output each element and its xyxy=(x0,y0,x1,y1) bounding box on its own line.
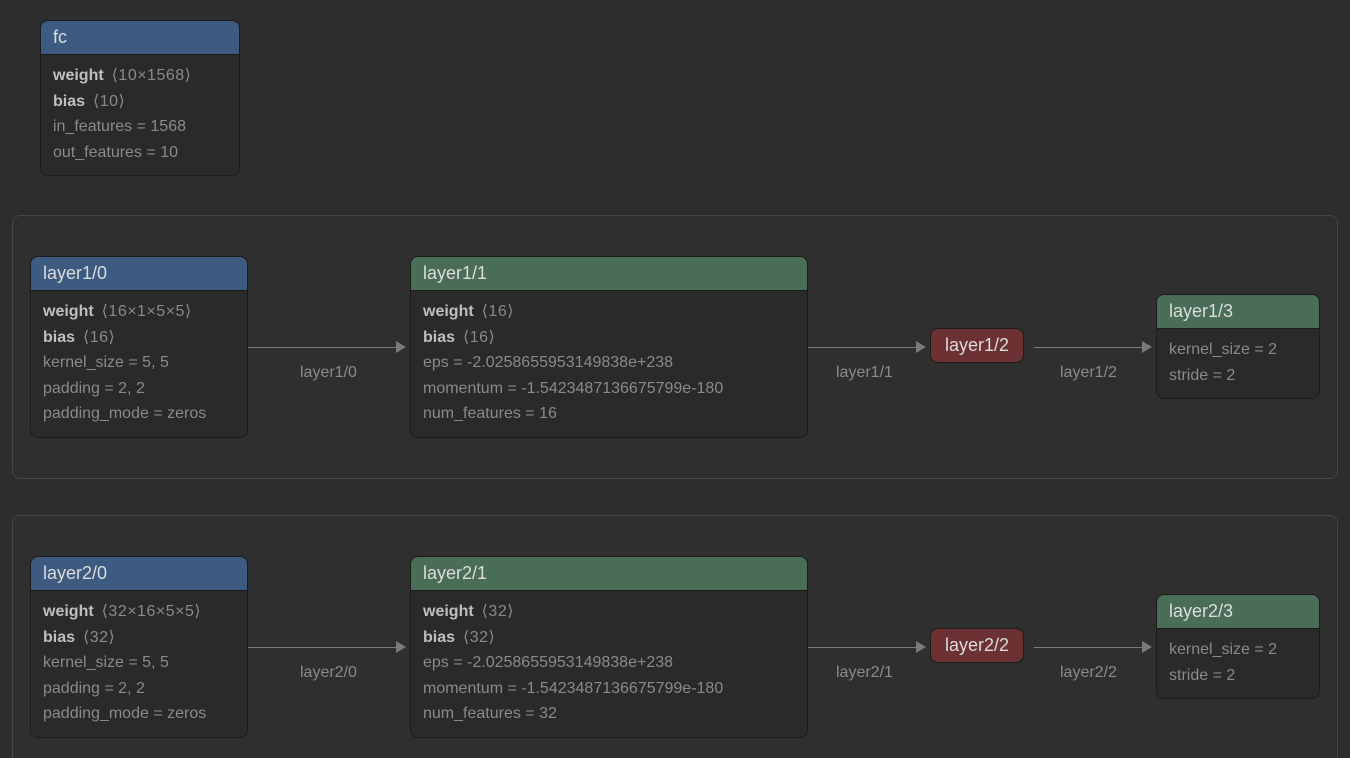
l2n0-kernel: kernel_size = 5, 5 xyxy=(43,654,169,671)
l2n1-numfeat: num_features = 32 xyxy=(423,705,557,722)
arrowhead-icon xyxy=(1142,641,1152,653)
l1n3-kernel: kernel_size = 2 xyxy=(1169,341,1277,358)
node-layer1-3-body: kernel_size = 2 stride = 2 xyxy=(1157,328,1319,398)
edge-l1-2-3 xyxy=(1034,347,1142,348)
edge-label-l1-0-1: layer1/0 xyxy=(300,364,357,382)
arrowhead-icon xyxy=(916,641,926,653)
edge-l1-1-2 xyxy=(808,347,916,348)
edge-l2-2-3 xyxy=(1034,647,1142,648)
l2n0-padmode: padding_mode = zeros xyxy=(43,705,206,722)
fc-bias-shape: ⟨10⟩ xyxy=(93,93,125,110)
node-fc-body: weight ⟨10×1568⟩ bias ⟨10⟩ in_features = 1… xyxy=(41,54,239,175)
arrowhead-icon xyxy=(916,341,926,353)
edge-label-l2-0-1: layer2/0 xyxy=(300,664,357,682)
node-fc[interactable]: fc weight ⟨10×1568⟩ bias ⟨10⟩ in_features … xyxy=(40,20,240,176)
l1n1-eps: eps = -2.0258655953149838e+238 xyxy=(423,354,673,371)
l2n0-bias-shape: ⟨32⟩ xyxy=(83,629,115,646)
node-layer2-1-header: layer2/1 xyxy=(411,557,807,590)
l2n1-bias-label: bias xyxy=(423,629,455,646)
l1n0-weight-label: weight xyxy=(43,303,94,320)
edge-l2-0-1 xyxy=(248,647,396,648)
fc-weight-shape: ⟨10×1568⟩ xyxy=(112,67,192,84)
edge-label-l2-2-3: layer2/2 xyxy=(1060,664,1117,682)
arrowhead-icon xyxy=(1142,341,1152,353)
node-layer1-0-body: weight ⟨16×1×5×5⟩ bias ⟨16⟩ kernel_size = … xyxy=(31,290,247,437)
node-layer2-1-body: weight ⟨32⟩ bias ⟨32⟩ eps = -2.02586559531… xyxy=(411,590,807,737)
l2n1-eps: eps = -2.0258655953149838e+238 xyxy=(423,654,673,671)
node-layer2-0-body: weight ⟨32×16×5×5⟩ bias ⟨32⟩ kernel_size =… xyxy=(31,590,247,737)
edge-l1-0-1 xyxy=(248,347,396,348)
node-layer1-0[interactable]: layer1/0 weight ⟨16×1×5×5⟩ bias ⟨16⟩ kerne… xyxy=(30,256,248,438)
diagram-canvas: fc weight ⟨10×1568⟩ bias ⟨10⟩ in_features … xyxy=(0,0,1350,758)
node-layer1-1-header: layer1/1 xyxy=(411,257,807,290)
l2n0-weight-shape: ⟨32×16×5×5⟩ xyxy=(102,603,201,620)
node-layer2-1[interactable]: layer2/1 weight ⟨32⟩ bias ⟨32⟩ eps = -2.02… xyxy=(410,556,808,738)
node-layer2-0[interactable]: layer2/0 weight ⟨32×16×5×5⟩ bias ⟨32⟩ kern… xyxy=(30,556,248,738)
l2n0-weight-label: weight xyxy=(43,603,94,620)
l1n0-padmode: padding_mode = zeros xyxy=(43,405,206,422)
fc-weight-label: weight xyxy=(53,67,104,84)
l1n3-stride: stride = 2 xyxy=(1169,367,1235,384)
l2n1-momentum: momentum = -1.5423487136675799e-180 xyxy=(423,680,723,697)
fc-in-features: in_features = 1568 xyxy=(53,118,186,135)
arrowhead-icon xyxy=(396,341,406,353)
l1n1-bias-label: bias xyxy=(423,329,455,346)
node-layer2-2[interactable]: layer2/2 xyxy=(930,628,1024,663)
l2n0-bias-label: bias xyxy=(43,629,75,646)
node-layer2-0-header: layer2/0 xyxy=(31,557,247,590)
fc-out-features: out_features = 10 xyxy=(53,144,178,161)
l2n1-weight-shape: ⟨32⟩ xyxy=(482,603,514,620)
l1n0-bias-label: bias xyxy=(43,329,75,346)
l1n1-weight-shape: ⟨16⟩ xyxy=(482,303,514,320)
node-layer1-2[interactable]: layer1/2 xyxy=(930,328,1024,363)
edge-l2-1-2 xyxy=(808,647,916,648)
edge-label-l2-1-2: layer2/1 xyxy=(836,664,893,682)
l1n0-padding: padding = 2, 2 xyxy=(43,380,145,397)
l1n0-bias-shape: ⟨16⟩ xyxy=(83,329,115,346)
edge-label-l1-2-3: layer1/2 xyxy=(1060,364,1117,382)
l2n3-stride: stride = 2 xyxy=(1169,667,1235,684)
node-layer2-3-body: kernel_size = 2 stride = 2 xyxy=(1157,628,1319,698)
l2n0-padding: padding = 2, 2 xyxy=(43,680,145,697)
node-layer1-1-body: weight ⟨16⟩ bias ⟨16⟩ eps = -2.02586559531… xyxy=(411,290,807,437)
node-layer2-3[interactable]: layer2/3 kernel_size = 2 stride = 2 xyxy=(1156,594,1320,699)
l1n1-bias-shape: ⟨16⟩ xyxy=(463,329,495,346)
l2n1-bias-shape: ⟨32⟩ xyxy=(463,629,495,646)
fc-bias-label: bias xyxy=(53,93,85,110)
node-fc-header: fc xyxy=(41,21,239,54)
node-layer1-3[interactable]: layer1/3 kernel_size = 2 stride = 2 xyxy=(1156,294,1320,399)
edge-label-l1-1-2: layer1/1 xyxy=(836,364,893,382)
l1n1-momentum: momentum = -1.5423487136675799e-180 xyxy=(423,380,723,397)
node-layer1-1[interactable]: layer1/1 weight ⟨16⟩ bias ⟨16⟩ eps = -2.02… xyxy=(410,256,808,438)
l2n1-weight-label: weight xyxy=(423,603,474,620)
node-layer1-0-header: layer1/0 xyxy=(31,257,247,290)
node-layer2-3-header: layer2/3 xyxy=(1157,595,1319,628)
l1n1-numfeat: num_features = 16 xyxy=(423,405,557,422)
l1n1-weight-label: weight xyxy=(423,303,474,320)
arrowhead-icon xyxy=(396,641,406,653)
l1n0-weight-shape: ⟨16×1×5×5⟩ xyxy=(102,303,192,320)
node-layer1-3-header: layer1/3 xyxy=(1157,295,1319,328)
l2n3-kernel: kernel_size = 2 xyxy=(1169,641,1277,658)
l1n0-kernel: kernel_size = 5, 5 xyxy=(43,354,169,371)
